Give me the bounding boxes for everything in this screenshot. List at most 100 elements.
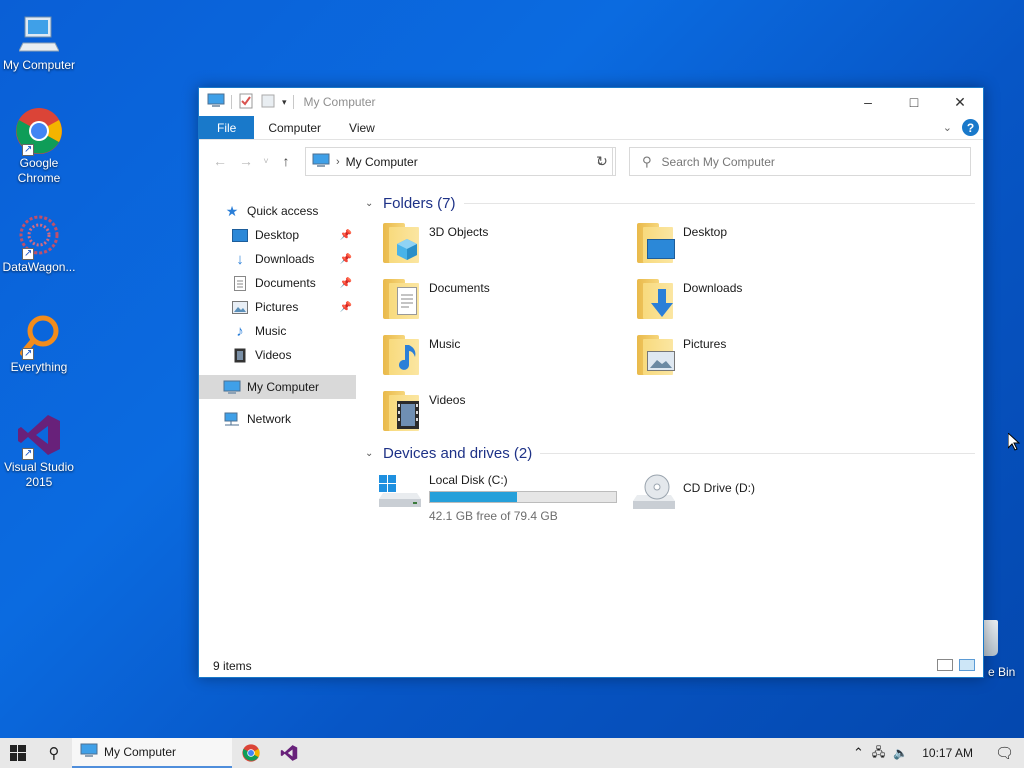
desktop-icon-label: DataWagon... (2, 260, 76, 274)
taskbar-search-button[interactable]: ⚲ (36, 738, 72, 768)
computer-icon (14, 8, 64, 58)
search-box[interactable]: ⚲ (629, 147, 971, 176)
music-note-icon: ♪ (236, 322, 244, 340)
desktop-icon-label: Everything (10, 360, 68, 374)
shortcut-arrow-icon (22, 142, 34, 157)
folder-desktop-icon (637, 221, 679, 265)
taskbar-app-visual-studio[interactable] (270, 738, 308, 768)
folder-desktop[interactable]: Desktop (637, 221, 727, 265)
expand-ribbon-icon[interactable]: ⌄ (943, 121, 952, 134)
chevron-right-icon[interactable]: › (336, 156, 340, 168)
large-icons-view-button[interactable] (959, 659, 975, 671)
folder-documents-icon (383, 277, 425, 321)
nav-network[interactable]: Network (199, 407, 356, 431)
chrome-icon (14, 106, 64, 157)
search-icon: ⚲ (642, 153, 652, 169)
desktop-icon-everything[interactable]: Everything (0, 310, 78, 375)
address-bar[interactable]: › My Computer ⌄ (305, 147, 613, 176)
window-controls: – □ ✕ (845, 88, 983, 116)
folder-pictures[interactable]: Pictures (637, 333, 726, 377)
star-icon: ★ (225, 202, 239, 219)
maximize-button[interactable]: □ (891, 88, 937, 116)
minimize-button[interactable]: – (845, 88, 891, 116)
title-bar[interactable]: ▾ My Computer – □ ✕ (199, 88, 983, 116)
divider (463, 202, 975, 204)
help-icon[interactable]: ? (962, 119, 979, 136)
clock[interactable]: 10:17 AM (922, 746, 973, 760)
drive-label: Local Disk (C:) (429, 473, 508, 487)
chrome-icon (242, 744, 260, 762)
nav-downloads[interactable]: ↓ Downloads 📌 (199, 247, 356, 271)
recent-locations-button[interactable]: ˅ (259, 148, 273, 174)
refresh-button[interactable]: ↻ (589, 147, 616, 176)
properties-icon[interactable] (238, 93, 254, 112)
nav-item-label: Videos (255, 348, 292, 362)
folder-label: Videos (429, 393, 466, 407)
tab-file[interactable]: File (199, 116, 255, 139)
network-icon (223, 411, 241, 427)
drive-local-disk-c[interactable]: Local Disk (C:) 42.1 GB free of 79.4 GB (377, 473, 617, 523)
taskbar-app-my-computer[interactable]: My Computer (72, 738, 232, 768)
desktop-icon-datawagon[interactable]: DataWagon... (0, 210, 78, 275)
nav-desktop[interactable]: Desktop 📌 (199, 223, 356, 247)
folders-group-header[interactable]: ⌄ Folders (7) (357, 189, 983, 217)
new-folder-icon[interactable] (260, 93, 276, 112)
computer-icon (207, 93, 225, 112)
windows-logo-icon (10, 745, 26, 761)
folder-3d-objects[interactable]: 3D Objects (383, 221, 488, 265)
folder-label: Pictures (683, 337, 727, 351)
folder-music[interactable]: Music (383, 333, 460, 377)
window-title: My Computer (303, 95, 376, 109)
computer-icon (312, 153, 330, 171)
folder-downloads-icon (637, 277, 679, 321)
desktop-icon-label: e Bin (988, 665, 1016, 679)
notification-icon[interactable]: 🗨 (995, 744, 1014, 762)
back-button[interactable]: ← (207, 148, 233, 174)
group-title: Devices and drives (2) (383, 444, 533, 462)
nav-pictures[interactable]: Pictures 📌 (199, 295, 356, 319)
volume-icon[interactable]: 🔈 (893, 746, 908, 760)
pin-icon[interactable]: 📌 (340, 278, 352, 289)
tab-view[interactable]: View (335, 116, 389, 139)
search-input[interactable] (661, 154, 942, 169)
pin-icon[interactable]: 📌 (340, 254, 352, 265)
folder-downloads[interactable]: Downloads (637, 277, 742, 321)
drive-cd-d[interactable]: CD Drive (D:) (631, 473, 755, 517)
tab-computer[interactable]: Computer (254, 116, 335, 139)
desktop-icon-visual-studio[interactable]: Visual Studio 2015 (0, 410, 78, 490)
desktop-icon-my-computer[interactable]: My Computer (0, 8, 78, 73)
folder-label: Downloads (683, 281, 743, 295)
group-title: Folders (7) (383, 194, 456, 212)
folder-label: Documents (429, 281, 490, 295)
pin-icon[interactable]: 📌 (340, 230, 352, 241)
datawagon-icon (14, 210, 64, 261)
drive-free-space: 42.1 GB free of 79.4 GB (429, 509, 558, 523)
content-area: ⌄ Folders (7) 3D Objects Desktop Documen… (357, 183, 983, 657)
network-icon[interactable]: 🖧 (872, 743, 885, 764)
start-button[interactable] (0, 738, 36, 768)
nav-quick-access[interactable]: ★ Quick access (199, 199, 356, 223)
shortcut-arrow-icon (22, 446, 34, 461)
chevron-down-icon[interactable]: ▾ (282, 97, 287, 108)
forward-button[interactable]: → (233, 148, 259, 174)
folder-documents[interactable]: Documents (383, 277, 490, 321)
nav-music[interactable]: ♪ Music (199, 319, 356, 343)
nav-documents[interactable]: Documents 📌 (199, 271, 356, 295)
folder-videos[interactable]: Videos (383, 389, 465, 433)
close-button[interactable]: ✕ (937, 88, 983, 116)
chevron-down-icon: ⌄ (365, 197, 374, 209)
nav-my-computer[interactable]: My Computer (199, 375, 356, 399)
system-tray: ⌃ 🖧 🔈 10:17 AM 🗨 (853, 738, 1024, 768)
download-arrow-icon: ↓ (236, 250, 244, 268)
taskbar-app-chrome[interactable] (232, 738, 270, 768)
drives-group-header[interactable]: ⌄ Devices and drives (2) (357, 439, 983, 467)
desktop-icon-google-chrome[interactable]: Google Chrome (0, 106, 78, 186)
pin-icon[interactable]: 📌 (340, 302, 352, 313)
chevron-up-icon[interactable]: ⌃ (853, 745, 864, 761)
nav-videos[interactable]: Videos (199, 343, 356, 367)
details-view-button[interactable] (937, 659, 953, 671)
up-button[interactable]: ↑ (273, 148, 299, 174)
chevron-down-icon: ⌄ (365, 447, 374, 459)
computer-icon (223, 379, 241, 395)
divider (540, 452, 975, 454)
